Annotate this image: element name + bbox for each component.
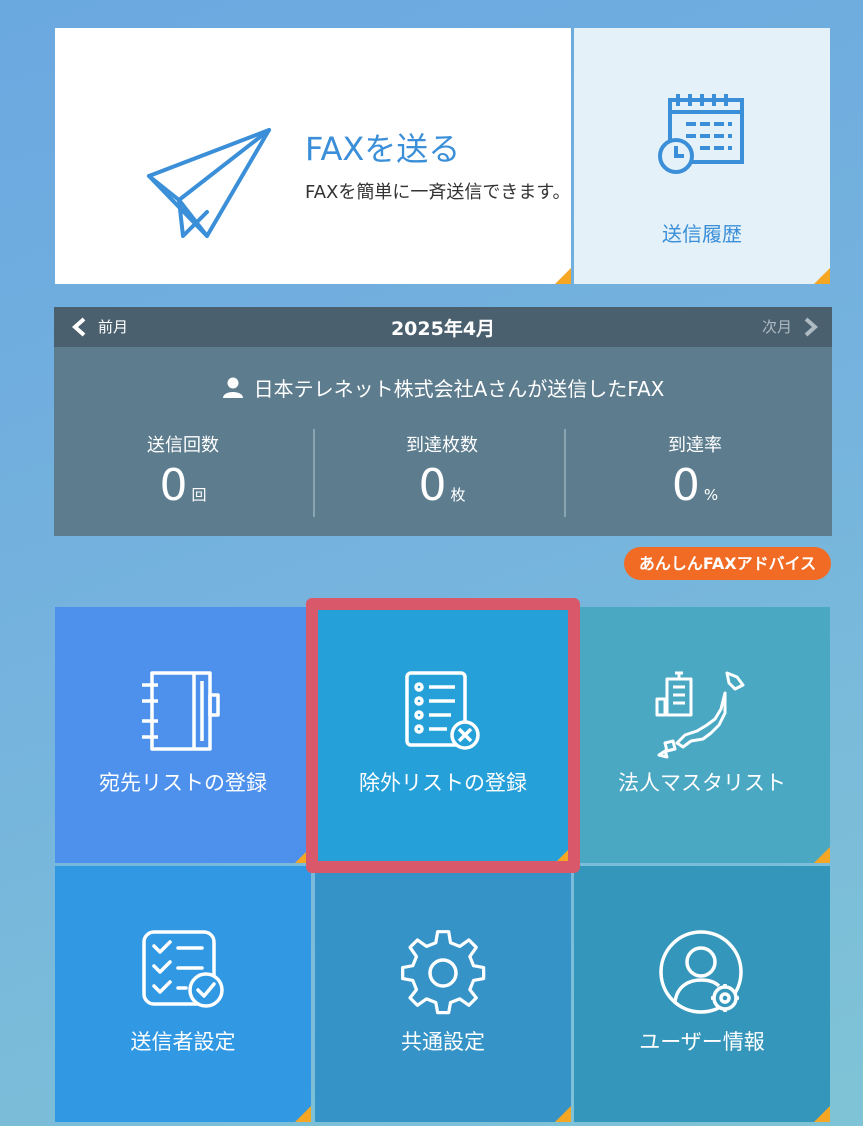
- tile-label: 送信者設定: [130, 1030, 236, 1054]
- anshin-fax-advice-button[interactable]: あんしんFAXアドバイス: [624, 547, 831, 580]
- tile-label: 法人マスタリスト: [618, 771, 786, 795]
- user-icon: [222, 377, 243, 398]
- stat-value: 0: [159, 460, 188, 511]
- tile-destination-list[interactable]: 宛先リストの登録: [55, 607, 311, 863]
- chevron-right-icon: [804, 317, 819, 336]
- next-month-label: 次月: [761, 318, 792, 336]
- paper-plane-icon: [147, 128, 271, 238]
- stat-delivery-rate: 到達率 0%: [566, 431, 824, 520]
- stat-unit: %: [703, 486, 719, 504]
- corner-marker: [814, 1106, 830, 1122]
- corner-marker: [295, 1106, 311, 1122]
- corner-marker: [814, 268, 830, 284]
- current-month: 2025年4月: [390, 318, 496, 340]
- gear-icon: [401, 930, 486, 1015]
- send-fax-card[interactable]: FAXを送る FAXを簡単に一斉送信できます。: [55, 28, 571, 284]
- user-summary-text: 日本テレネット株式会社Aさんが送信したFAX: [253, 377, 665, 401]
- send-fax-title: FAXを送る: [305, 130, 461, 168]
- tile-label: 共通設定: [401, 1030, 485, 1054]
- user-settings-icon: [659, 930, 743, 1014]
- next-month-link[interactable]: 次月: [762, 316, 820, 337]
- user-summary: 日本テレネット株式会社Aさんが送信したFAX: [54, 373, 832, 402]
- tile-user-info[interactable]: ユーザー情報: [574, 866, 830, 1122]
- stat-delivered-pages: 到達枚数 0枚: [313, 431, 571, 520]
- send-history-card[interactable]: 送信履歴: [574, 28, 830, 284]
- tile-sender-settings[interactable]: 送信者設定: [55, 866, 311, 1122]
- japan-building-icon: [655, 671, 745, 759]
- checklist-icon: [142, 930, 224, 1008]
- send-history-label: 送信履歴: [662, 222, 742, 246]
- address-book-icon: [142, 671, 220, 751]
- tile-common-settings[interactable]: 共通設定: [315, 866, 571, 1122]
- corner-marker: [555, 268, 571, 284]
- stat-value: 0: [418, 460, 447, 511]
- tile-corporate-master-list[interactable]: 法人マスタリスト: [574, 607, 830, 863]
- selection-highlight: [306, 598, 580, 873]
- stat-unit: 枚: [450, 486, 466, 504]
- stat-value: 0: [671, 460, 700, 511]
- calendar-clock-icon: [658, 94, 744, 174]
- month-navigation: 前月 2025年4月 次月: [54, 307, 832, 347]
- corner-marker: [555, 1106, 571, 1122]
- stat-label: 送信回数: [147, 435, 219, 456]
- tile-label: 宛先リストの登録: [99, 771, 267, 795]
- send-stats-panel: 日本テレネット株式会社Aさんが送信したFAX 送信回数 0回 到達枚数 0枚 到…: [54, 347, 832, 536]
- send-fax-description: FAXを簡単に一斉送信できます。: [305, 182, 571, 203]
- stat-label: 到達枚数: [406, 435, 478, 456]
- stat-unit: 回: [191, 486, 207, 504]
- tile-label: ユーザー情報: [639, 1030, 765, 1054]
- corner-marker: [814, 847, 830, 863]
- stat-label: 到達率: [668, 435, 722, 456]
- stat-send-count: 送信回数 0回: [54, 431, 312, 520]
